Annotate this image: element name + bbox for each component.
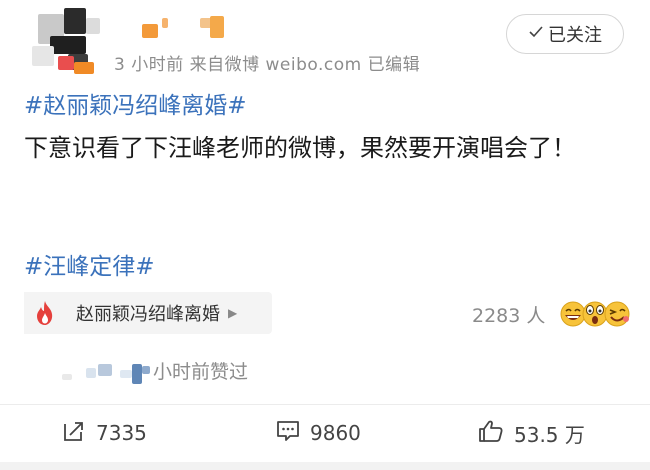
fire-icon: [24, 292, 66, 334]
like-button[interactable]: 53.5 万: [478, 418, 585, 448]
divider: [0, 404, 650, 405]
laugh-emoji-icon: [560, 301, 586, 327]
like-count: 53.5 万: [514, 422, 585, 447]
shocked-emoji-icon: [582, 301, 608, 327]
username-blurred[interactable]: [138, 14, 258, 44]
repost-icon: [62, 419, 86, 448]
liked-time-text: 小时前赞过: [153, 361, 249, 383]
follow-button[interactable]: 已关注: [506, 14, 624, 54]
wink-emoji-icon: [604, 301, 630, 327]
repost-button[interactable]: 7335: [62, 418, 147, 448]
post-text: 下意识看了下汪峰老师的微博，果然要开演唱会了！: [24, 134, 576, 162]
comment-button[interactable]: 9860: [276, 418, 361, 448]
topic-card-label: 赵丽颖冯绍峰离婚: [76, 304, 220, 325]
post-meta: 3 小时前 来自微博 weibo.com 已编辑: [114, 55, 421, 75]
participant-count: 2283 人: [472, 305, 546, 327]
topic-card[interactable]: 赵丽颖冯绍峰离婚 ▶: [24, 292, 272, 334]
user-avatar[interactable]: [28, 6, 108, 76]
triangle-right-icon: ▶: [228, 306, 238, 320]
comment-icon: [276, 419, 300, 448]
thumbs-up-icon: [478, 419, 504, 448]
topic-link-2[interactable]: #汪峰定律#: [24, 247, 155, 281]
repost-count: 7335: [96, 421, 147, 445]
follow-label: 已关注: [548, 25, 602, 46]
bottom-separator: [0, 462, 650, 470]
topic-link-1[interactable]: #赵丽颖冯绍峰离婚#: [24, 86, 247, 120]
comment-count: 9860: [310, 421, 361, 445]
emoji-reactions[interactable]: [560, 297, 630, 331]
check-icon: [528, 24, 544, 44]
liked-by-avatars-blurred[interactable]: [60, 360, 150, 386]
